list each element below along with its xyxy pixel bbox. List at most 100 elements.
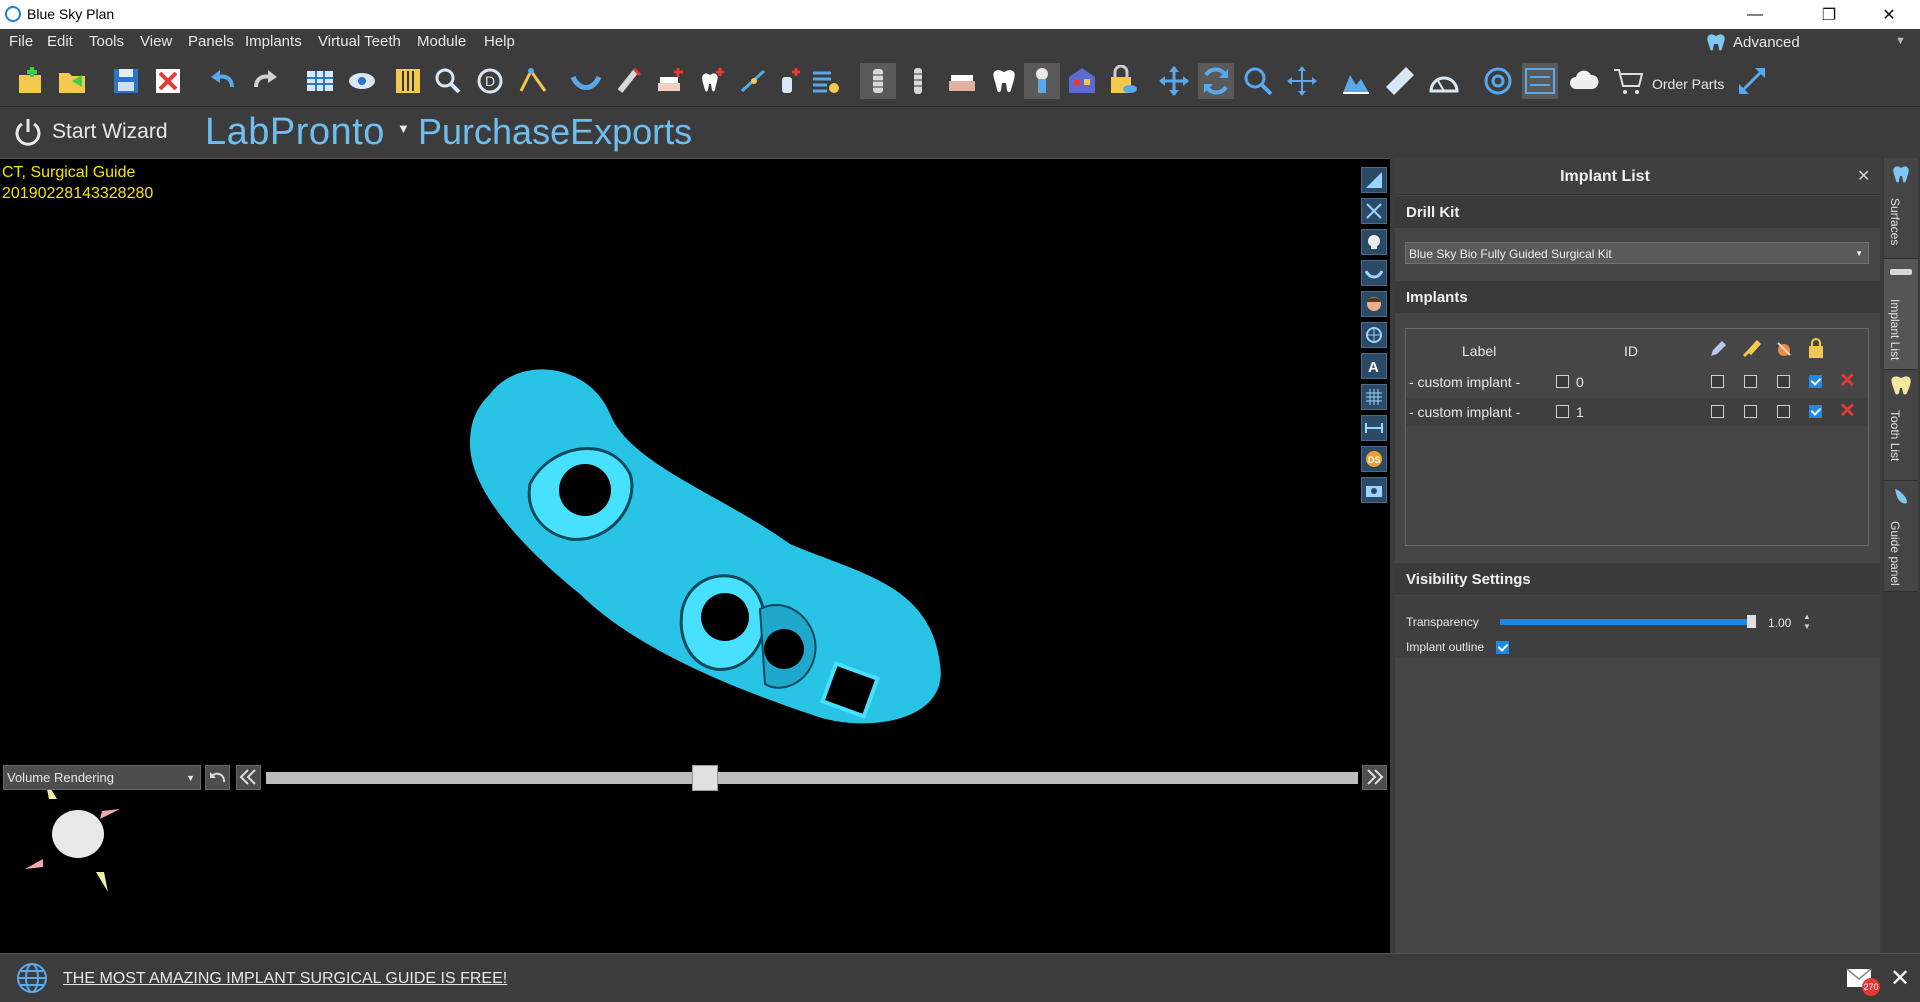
menu-implants[interactable]: Implants — [245, 33, 302, 50]
transparency-slider[interactable] — [1500, 619, 1752, 625]
implant-outline-checkbox[interactable] — [1496, 641, 1509, 654]
menu-virtual-teeth[interactable]: Virtual Teeth — [318, 33, 401, 50]
add-crown-button[interactable] — [694, 63, 730, 99]
close-file-button[interactable] — [150, 63, 186, 99]
abutment-button[interactable] — [900, 63, 936, 99]
jaw-model-button[interactable] — [944, 63, 980, 99]
arch-view-button[interactable] — [1361, 260, 1387, 286]
3d-viewport[interactable]: CT, Surgical Guide 20190228143328280 A D… — [0, 158, 1390, 954]
align-button[interactable] — [1522, 63, 1558, 99]
edit-checkbox[interactable] — [1711, 375, 1724, 388]
histogram-button[interactable] — [1338, 63, 1374, 99]
screenshot-button[interactable] — [1361, 477, 1387, 503]
table-row[interactable]: - custom implant - 1 ✕ — [1406, 398, 1868, 426]
pencil-icon[interactable] — [1708, 339, 1728, 359]
new-file-button[interactable] — [12, 63, 48, 99]
minimize-button[interactable]: — — [1732, 0, 1778, 29]
adjust-button[interactable] — [390, 63, 426, 99]
drill-kit-select[interactable]: Blue Sky Bio Fully Guided Surgical Kit ▼ — [1405, 242, 1869, 264]
implant-id-checkbox[interactable] — [1556, 405, 1569, 418]
drill-checkbox[interactable] — [1777, 375, 1790, 388]
undo-button[interactable] — [204, 63, 240, 99]
measure-button[interactable] — [1361, 415, 1387, 441]
arch-button[interactable] — [568, 63, 604, 99]
bone-density-button[interactable] — [1064, 63, 1100, 99]
lock-checkbox[interactable] — [1809, 405, 1822, 418]
labpronto-dropdown-icon[interactable]: ▼ — [397, 121, 410, 136]
drill-checkbox[interactable] — [1777, 405, 1790, 418]
status-close-button[interactable]: ✕ — [1890, 964, 1910, 993]
transparency-slider-thumb[interactable] — [1747, 615, 1756, 628]
save-button[interactable] — [108, 63, 144, 99]
table-row[interactable]: - custom implant - 0 ✕ — [1406, 368, 1868, 396]
implant-tool-button[interactable] — [610, 63, 646, 99]
cart-button[interactable] — [1610, 63, 1646, 99]
tab-implant-list[interactable]: Implant List — [1884, 259, 1918, 370]
ruler-button[interactable] — [1382, 63, 1418, 99]
menu-help[interactable]: Help — [484, 33, 515, 50]
add-implant-button[interactable] — [770, 63, 806, 99]
pan-button[interactable] — [1284, 63, 1320, 99]
spin-down-icon[interactable]: ▼ — [1803, 622, 1811, 631]
order-parts-label[interactable]: Order Parts — [1652, 76, 1724, 92]
render-mode-select[interactable]: Volume Rendering ▼ — [3, 765, 201, 790]
menu-edit[interactable]: Edit — [47, 33, 73, 50]
reset-view-button[interactable] — [205, 765, 230, 790]
menu-tools[interactable]: Tools — [89, 33, 124, 50]
layout-button[interactable] — [302, 63, 338, 99]
zoom-button[interactable] — [1240, 63, 1276, 99]
mode-selector[interactable]: Advanced — [1705, 32, 1800, 52]
purchase-exports-button[interactable]: PurchaseExports — [418, 111, 692, 153]
promo-link[interactable]: THE MOST AMAZING IMPLANT SURGICAL GUIDE … — [63, 970, 507, 988]
lock-icon[interactable] — [1806, 337, 1826, 359]
slice-prev-button[interactable] — [236, 765, 261, 790]
annotation-button[interactable]: A — [1361, 353, 1387, 379]
lock-checkbox[interactable] — [1809, 375, 1822, 388]
menu-module[interactable]: Module — [417, 33, 466, 50]
visible-checkbox[interactable] — [1744, 405, 1757, 418]
brush-icon[interactable] — [1741, 339, 1761, 359]
fullscreen-button[interactable] — [1734, 63, 1770, 99]
column-header-label[interactable]: Label — [1462, 343, 1496, 359]
column-header-id[interactable]: ID — [1624, 343, 1638, 359]
transparency-spinbox[interactable]: 1.00 ▲ ▼ — [1765, 612, 1815, 634]
guide-visibility-button[interactable] — [1104, 63, 1140, 99]
angle-button[interactable] — [1426, 63, 1462, 99]
edit-checkbox[interactable] — [1711, 405, 1724, 418]
ds-button[interactable]: DS — [1361, 446, 1387, 472]
compass-button[interactable] — [1361, 322, 1387, 348]
move-button[interactable] — [1156, 63, 1192, 99]
implant-id-checkbox[interactable] — [1556, 375, 1569, 388]
tab-surfaces[interactable]: Surfaces — [1884, 158, 1918, 259]
surgical-guide-model[interactable] — [460, 364, 960, 734]
menu-file[interactable]: File — [9, 33, 33, 50]
mode-dropdown-icon[interactable]: ▼ — [1895, 35, 1906, 47]
path-button[interactable] — [515, 63, 551, 99]
add-tooth-button[interactable] — [652, 63, 688, 99]
delete-implant-button[interactable]: ✕ — [1839, 371, 1856, 391]
tab-tooth-list[interactable]: Tooth List — [1884, 370, 1918, 481]
slice-next-button[interactable] — [1362, 765, 1387, 790]
panoramic-button[interactable] — [1480, 63, 1516, 99]
visible-checkbox[interactable] — [1744, 375, 1757, 388]
implant-crown-button[interactable] — [1024, 63, 1060, 99]
clip-reset-button[interactable] — [1361, 198, 1387, 224]
cloud-button[interactable] — [1566, 63, 1602, 99]
close-window-button[interactable]: ✕ — [1866, 0, 1912, 29]
open-file-button[interactable] — [54, 63, 90, 99]
face-button[interactable] — [1361, 291, 1387, 317]
implant-view-button[interactable] — [860, 63, 896, 99]
view-button[interactable] — [344, 63, 380, 99]
zoom-measure-button[interactable] — [430, 63, 466, 99]
redo-button[interactable] — [248, 63, 284, 99]
nerve-button[interactable] — [736, 63, 772, 99]
tooth-button[interactable] — [986, 63, 1022, 99]
implant-list-button[interactable] — [808, 63, 844, 99]
rotate-button[interactable] — [1198, 63, 1234, 99]
dicom-button[interactable]: D — [472, 63, 508, 99]
drill-icon[interactable] — [1774, 339, 1794, 359]
restore-button[interactable]: ❐ — [1806, 0, 1852, 29]
start-wizard-button[interactable]: Start Wizard — [12, 115, 168, 149]
slice-slider-thumb[interactable] — [692, 765, 719, 791]
spin-up-icon[interactable]: ▲ — [1803, 612, 1811, 621]
